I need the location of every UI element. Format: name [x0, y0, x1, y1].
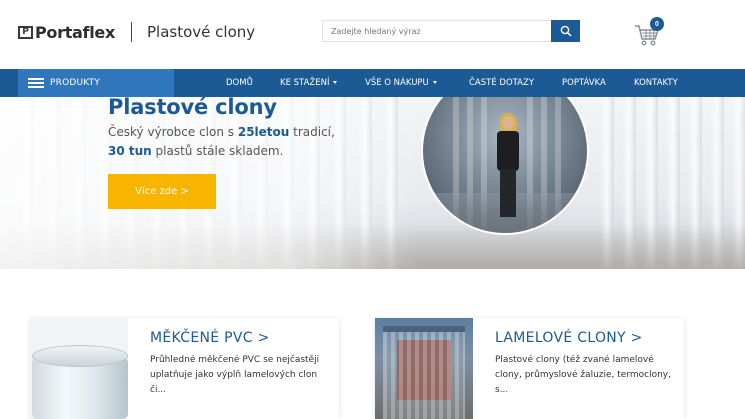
- nav-item-label: VŠE O NÁKUPU: [365, 78, 429, 88]
- cart-count-badge: 0: [650, 17, 664, 31]
- product-card-title[interactable]: LAMELOVÉ CLONY >: [495, 330, 643, 346]
- nav-item-shopping-info[interactable]: VŠE O NÁKUPU: [365, 69, 437, 97]
- product-image-pvc-roll: [30, 318, 128, 419]
- nav-item-downloads[interactable]: KE STAŽENÍ: [280, 69, 338, 97]
- chevron-down-icon: [333, 81, 338, 84]
- product-card-strip-curtains[interactable]: LAMELOVÉ CLONY > Plastové clony (též zva…: [375, 318, 684, 419]
- hero-tagline-2: 30 tun plastů stále skladem.: [108, 144, 284, 158]
- nav-item-label: KONTAKTY: [634, 78, 678, 88]
- hero-photo: [421, 97, 589, 235]
- hero-title: Plastové clony: [108, 97, 277, 119]
- search-input[interactable]: [322, 20, 551, 42]
- brand-logo[interactable]: P Portaflex: [18, 23, 115, 42]
- site-header: P Portaflex Plastové clony 0: [0, 0, 745, 69]
- logo-mark-icon: P: [18, 26, 33, 39]
- hero-tagline-1: Český výrobce clon s 25letou tradicí,: [108, 125, 335, 139]
- hero-banner: Plastové clony Český výrobce clon s 25le…: [0, 97, 745, 269]
- nav-item-label: DOMŮ: [226, 78, 253, 88]
- products-menu-label: PRODUKTY: [50, 78, 101, 88]
- nav-item-home[interactable]: DOMŮ: [226, 69, 253, 97]
- product-card-soft-pvc[interactable]: MĚKČENÉ PVC > Průhledné měkčené PVC se n…: [30, 318, 339, 419]
- search-icon: [560, 25, 572, 37]
- hamburger-icon: [28, 78, 44, 88]
- nav-item-label: ČASTÉ DOTAZY: [469, 78, 535, 88]
- nav-item-label: POPTÁVKA: [562, 78, 606, 88]
- brand-name: Portaflex: [35, 23, 115, 42]
- main-navigation: PRODUKTY DOMŮ KE STAŽENÍ VŠE O NÁKUPU ČA…: [0, 69, 745, 97]
- products-menu-button[interactable]: PRODUKTY: [18, 69, 174, 97]
- nav-item-label: KE STAŽENÍ: [280, 78, 330, 88]
- hero-more-button[interactable]: Více zde >: [108, 174, 216, 209]
- nav-item-contacts[interactable]: KONTAKTY: [634, 69, 678, 97]
- chevron-down-icon: [432, 81, 437, 84]
- nav-item-inquiry[interactable]: POPTÁVKA: [562, 69, 606, 97]
- product-card-text: Průhledné měkčené PVC se nejčastěji upla…: [150, 355, 320, 395]
- product-card-title[interactable]: MĚKČENÉ PVC >: [150, 330, 270, 346]
- nav-item-faq[interactable]: ČASTÉ DOTAZY: [469, 69, 534, 97]
- product-image-strip-curtain: [375, 318, 473, 419]
- search-button[interactable]: [551, 20, 580, 42]
- site-title: Plastové clony: [147, 23, 256, 41]
- logo-divider: [131, 22, 132, 42]
- product-card-text: Plastové clony (též zvané lamelové clony…: [495, 355, 671, 395]
